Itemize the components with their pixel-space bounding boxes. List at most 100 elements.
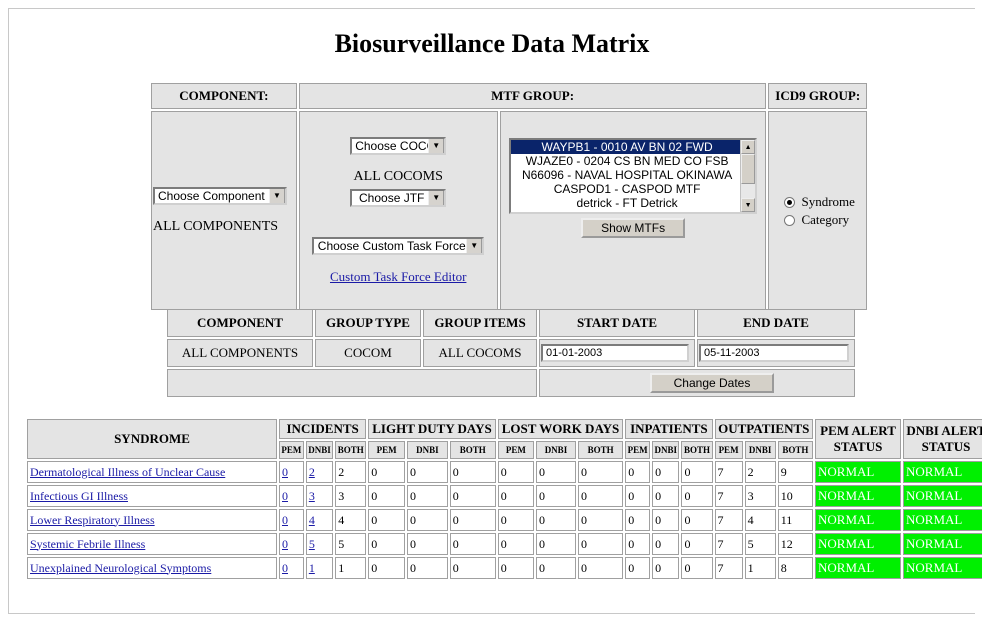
count-cell: 0 bbox=[625, 461, 651, 483]
sub-header-dnbi: DNBI bbox=[652, 441, 680, 459]
count-cell: 0 bbox=[407, 557, 448, 579]
count-cell: 0 bbox=[681, 461, 713, 483]
listbox-scrollbar[interactable]: ▲ ▼ bbox=[740, 140, 756, 212]
group-header-incidents: INCIDENTS bbox=[279, 419, 367, 439]
syndrome-link[interactable]: Dermatological Illness of Unclear Cause bbox=[30, 465, 225, 479]
radio-icon[interactable] bbox=[784, 215, 796, 227]
sub-header-pem: PEM bbox=[368, 441, 406, 459]
count-cell: 0 bbox=[652, 557, 680, 579]
group-header-lost-work: LOST WORK DAYS bbox=[497, 419, 624, 439]
syndrome-link[interactable]: Systemic Febrile Illness bbox=[30, 537, 145, 551]
count-link[interactable]: 0 bbox=[282, 537, 288, 551]
mtf-option[interactable]: WAYPB1 - 0010 AV BN 02 FWD bbox=[511, 140, 742, 154]
scroll-thumb[interactable] bbox=[741, 154, 756, 184]
radio-selected-icon[interactable] bbox=[784, 197, 796, 209]
cocom-cell: Choose COCOM ▼ ALL COCOMS Choose JTF ▼ C… bbox=[298, 111, 498, 310]
count-cell: 0 bbox=[535, 485, 576, 507]
count-cell: 0 bbox=[449, 509, 496, 531]
page-frame: Biosurveillance Data Matrix COMPONENT: M… bbox=[8, 8, 982, 614]
count-cell: 0 bbox=[535, 533, 576, 555]
count-cell: 0 bbox=[625, 533, 651, 555]
icd9-group-header: ICD9 GROUP: bbox=[768, 83, 867, 109]
mtf-cell: WAYPB1 - 0010 AV BN 02 FWD WJAZE0 - 0204 … bbox=[499, 111, 767, 310]
radio-syndrome[interactable]: Syndrome bbox=[770, 194, 865, 210]
custom-task-force-select[interactable]: Choose Custom Task Force ▼ bbox=[312, 236, 485, 255]
count-cell: 0 bbox=[681, 485, 713, 507]
count-link[interactable]: 0 bbox=[282, 513, 288, 527]
count-cell: 0 bbox=[681, 557, 713, 579]
syndrome-link[interactable]: Unexplained Neurological Symptoms bbox=[30, 561, 211, 575]
dnbi-alert-status: NORMAL bbox=[903, 509, 982, 531]
count-cell: 0 bbox=[497, 485, 534, 507]
component-cell: Choose Component ▼ ALL COMPONENTS bbox=[151, 111, 297, 310]
cocom-value: ALL COCOMS bbox=[353, 168, 443, 184]
pem-alert-status: NORMAL bbox=[815, 485, 901, 507]
page-title: Biosurveillance Data Matrix bbox=[334, 29, 650, 58]
mtf-group-header: MTF GROUP: bbox=[298, 83, 767, 109]
count-link[interactable]: 5 bbox=[309, 537, 315, 551]
table-row: Lower Respiratory Illness 0 4 4 0 0 0 0 0 0 0 0 0 7 4 1… bbox=[27, 509, 982, 531]
count-link[interactable]: 0 bbox=[282, 561, 288, 575]
count-link[interactable]: 3 bbox=[309, 489, 315, 503]
syndrome-link[interactable]: Infectious GI Illness bbox=[30, 489, 128, 503]
scroll-down-icon[interactable]: ▼ bbox=[741, 198, 756, 212]
scroll-up-icon[interactable]: ▲ bbox=[741, 140, 756, 154]
sub-header-both: BOTH bbox=[577, 441, 624, 459]
cocom-select[interactable]: Choose COCOM ▼ bbox=[350, 136, 447, 155]
count-cell: 0 bbox=[535, 557, 576, 579]
table-row: Dermatological Illness of Unclear Cause 0… bbox=[27, 461, 982, 483]
mtf-option[interactable]: WJAZE0 - 0204 CS BN MED CO FSB bbox=[511, 154, 741, 168]
count-cell: 5 bbox=[335, 533, 367, 555]
count-cell: 3 bbox=[335, 485, 367, 507]
sub-header-both: BOTH bbox=[449, 441, 496, 459]
jtf-select[interactable]: Choose JTF ▼ bbox=[350, 188, 447, 207]
start-date-input[interactable]: 01-01-2003 bbox=[541, 344, 689, 362]
dnbi-alert-status: NORMAL bbox=[903, 461, 982, 483]
count-cell: 8 bbox=[777, 557, 813, 579]
mtf-option[interactable]: CASPOD1 - CASPOD MTF bbox=[511, 182, 741, 196]
summary-header-group-items: GROUP ITEMS bbox=[423, 309, 537, 337]
count-link[interactable]: 4 bbox=[309, 513, 315, 527]
count-cell: 0 bbox=[497, 509, 534, 531]
radio-category[interactable]: Category bbox=[770, 212, 865, 228]
pem-alert-header: PEM ALERT STATUS bbox=[815, 419, 901, 459]
count-cell: 7 bbox=[714, 533, 743, 555]
count-cell: 0 bbox=[577, 461, 624, 483]
end-date-input[interactable]: 05-11-2003 bbox=[699, 344, 849, 362]
show-mtfs-button[interactable]: Show MTFs bbox=[581, 218, 686, 238]
summary-header-start-date: START DATE bbox=[539, 309, 695, 337]
mtf-listbox[interactable]: WAYPB1 - 0010 AV BN 02 FWD WJAZE0 - 0204 … bbox=[509, 138, 758, 214]
sub-header-both: BOTH bbox=[335, 441, 367, 459]
sub-header-dnbi: DNBI bbox=[535, 441, 576, 459]
count-link[interactable]: 0 bbox=[282, 489, 288, 503]
sub-header-dnbi: DNBI bbox=[305, 441, 334, 459]
mtf-option[interactable]: detrick - FT Detrick bbox=[511, 196, 741, 210]
syndrome-header: SYNDROME bbox=[27, 419, 277, 459]
count-cell: 0 bbox=[681, 509, 713, 531]
count-cell: 0 bbox=[577, 509, 624, 531]
change-dates-button[interactable]: Change Dates bbox=[650, 373, 774, 393]
pem-alert-status: NORMAL bbox=[815, 533, 901, 555]
syndrome-link[interactable]: Lower Respiratory Illness bbox=[30, 513, 155, 527]
summary-group-items: ALL COCOMS bbox=[423, 339, 537, 367]
chevron-down-icon: ▼ bbox=[466, 238, 483, 253]
count-cell: 0 bbox=[681, 533, 713, 555]
count-cell: 1 bbox=[744, 557, 776, 579]
count-link[interactable]: 0 bbox=[282, 465, 288, 479]
summary-component: ALL COMPONENTS bbox=[167, 339, 313, 367]
count-link[interactable]: 1 bbox=[309, 561, 315, 575]
table-row: Unexplained Neurological Symptoms 0 1 1 0 0 0 0… bbox=[27, 557, 982, 579]
custom-task-force-editor-link[interactable]: Custom Task Force Editor bbox=[330, 269, 466, 284]
count-link[interactable]: 2 bbox=[309, 465, 315, 479]
count-cell: 0 bbox=[652, 461, 680, 483]
mtf-option[interactable]: N66096 - NAVAL HOSPITAL OKINAWA bbox=[511, 168, 741, 182]
chevron-down-icon: ▼ bbox=[428, 190, 445, 205]
count-cell: 7 bbox=[714, 509, 743, 531]
pem-alert-status: NORMAL bbox=[815, 557, 901, 579]
count-cell: 5 bbox=[744, 533, 776, 555]
count-cell: 0 bbox=[625, 509, 651, 531]
component-select[interactable]: Choose Component ▼ bbox=[153, 186, 287, 205]
count-cell: 7 bbox=[714, 485, 743, 507]
count-cell: 4 bbox=[335, 509, 367, 531]
sub-header-dnbi: DNBI bbox=[407, 441, 448, 459]
